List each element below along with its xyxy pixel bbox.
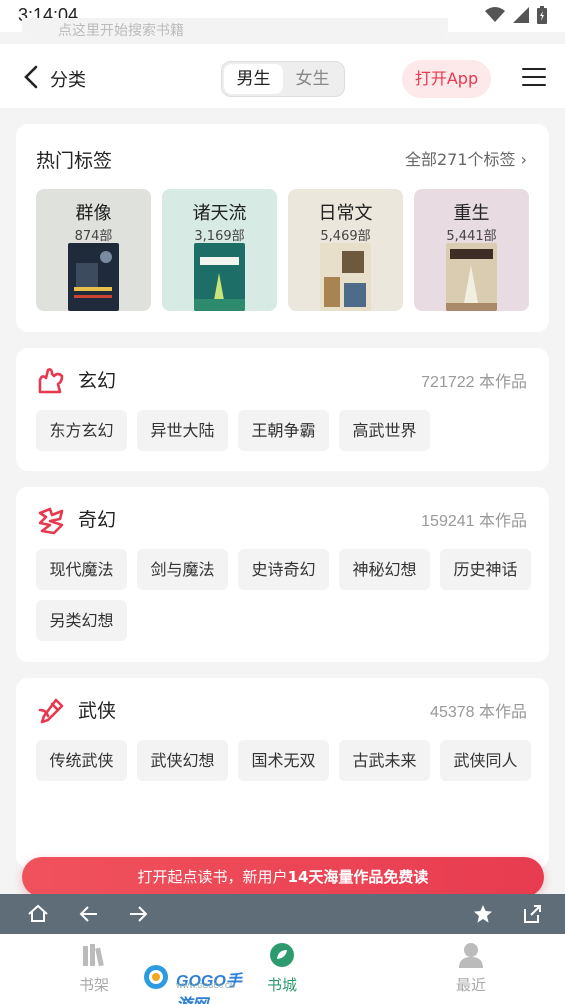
hot-tags-title: 热门标签 — [36, 150, 113, 172]
subcategory-chip[interactable]: 另类幻想 — [36, 600, 127, 641]
all-tags-label: 全部271个标签 — [404, 150, 516, 169]
subcategory-chip[interactable]: 史诗奇幻 — [238, 549, 329, 590]
star-icon[interactable] — [472, 903, 494, 925]
hot-tag-name: 诸天流 — [192, 203, 247, 224]
tab-bookstore[interactable]: 书城 — [252, 942, 312, 995]
wuxia-icon — [38, 698, 64, 724]
bookshelf-icon — [83, 944, 104, 967]
back-icon[interactable] — [20, 64, 44, 90]
subcategory-chip[interactable]: 武侠同人 — [440, 740, 531, 781]
book-cover-image — [194, 243, 245, 311]
page-title: 分类 — [50, 70, 86, 91]
share-icon[interactable] — [521, 903, 543, 925]
hot-tag-chongsheng[interactable]: 重生 5,441部 — [414, 189, 529, 311]
arrow-left-icon[interactable] — [78, 903, 100, 925]
banner-highlight: 14天海量作品免费读 — [287, 868, 429, 886]
tab-bookshelf[interactable]: 书架 — [64, 942, 124, 995]
wifi-icon — [485, 7, 505, 22]
subcategory-list: 传统武侠 武侠幻想 国术无双 古武未来 武侠同人 — [36, 740, 536, 781]
subcategory-chip[interactable]: 传统武侠 — [36, 740, 127, 781]
book-cover-image — [68, 243, 119, 311]
open-app-button[interactable]: 打开App — [402, 60, 491, 98]
subcategory-chip[interactable]: 剑与魔法 — [137, 549, 228, 590]
menu-icon[interactable] — [522, 68, 546, 88]
hot-tag-richangwen[interactable]: 日常文 5,469部 — [288, 189, 403, 311]
hot-tag-count: 5,469部 — [320, 229, 371, 244]
subcategory-list: 现代魔法 剑与魔法 史诗奇幻 神秘幻想 历史神话 另类幻想 — [36, 549, 536, 641]
category-title[interactable]: 奇幻 — [78, 505, 116, 532]
subcategory-chip[interactable]: 高武世界 — [339, 410, 430, 451]
category-count: 159241 本作品 — [421, 513, 527, 530]
hot-tag-name: 重生 — [453, 203, 490, 224]
gender-option-male[interactable]: 男生 — [224, 64, 283, 94]
book-cover-image — [446, 243, 497, 311]
hot-tag-name: 日常文 — [318, 203, 373, 224]
arrow-right-icon[interactable] — [127, 903, 149, 925]
hot-tag-count: 874部 — [74, 229, 113, 244]
hot-tag-count: 3,169部 — [194, 229, 245, 244]
subcategory-chip[interactable]: 国术无双 — [238, 740, 329, 781]
tab-label: 书城 — [266, 976, 297, 994]
search-input[interactable]: 点这里开始搜索书籍 — [22, 18, 448, 44]
gogo-logo-icon — [144, 965, 168, 989]
tab-recent[interactable]: 最近 — [441, 942, 501, 995]
browser-toolbar — [0, 894, 565, 934]
subcategory-chip[interactable]: 异世大陆 — [137, 410, 228, 451]
subcategory-chip[interactable]: 武侠幻想 — [137, 740, 228, 781]
search-placeholder: 点这里开始搜索书籍 — [58, 23, 184, 39]
subcategory-list: 东方玄幻 异世大陆 王朝争霸 高武世界 — [36, 410, 536, 451]
battery-icon — [537, 6, 547, 24]
xuanhuan-icon — [38, 368, 64, 394]
home-icon[interactable] — [27, 903, 49, 925]
hot-tags-list: 群像 874部 诸天流 3,169部 日常文 5,469部 重生 5,441部 — [36, 189, 529, 311]
tab-label: 最近 — [455, 976, 486, 994]
open-app-banner[interactable]: 打开起点读书，新用户14天海量作品免费读 — [22, 857, 544, 897]
subcategory-chip[interactable]: 王朝争霸 — [238, 410, 329, 451]
gender-option-female[interactable]: 女生 — [283, 64, 342, 94]
subcategory-chip[interactable]: 古武未来 — [339, 740, 430, 781]
hot-tag-count: 5,441部 — [446, 229, 497, 244]
hot-tags-card: 热门标签 全部271个标签 › 群像 874部 诸天流 3,169部 日常文 5… — [16, 124, 549, 332]
watermark-logo: GOGO手游网 WWW.GOGO8.CN — [142, 964, 254, 1004]
category-count: 721722 本作品 — [421, 374, 527, 391]
category-title[interactable]: 武侠 — [78, 696, 116, 723]
subcategory-chip[interactable]: 历史神话 — [440, 549, 531, 590]
gender-toggle[interactable]: 男生 女生 — [221, 61, 345, 97]
all-tags-link[interactable]: 全部271个标签 › — [405, 146, 527, 170]
category-title[interactable]: 玄幻 — [78, 366, 116, 393]
bookstore-icon — [270, 943, 294, 967]
nav-bar: 分类 男生 女生 打开App — [0, 44, 565, 108]
category-card-xuanhuan: 玄幻 721722 本作品 东方玄幻 异世大陆 王朝争霸 高武世界 — [16, 348, 549, 471]
chevron-right-icon: › — [520, 150, 527, 169]
hot-tag-name: 群像 — [75, 203, 112, 224]
subcategory-chip[interactable]: 现代魔法 — [36, 549, 127, 590]
category-card-qihuan: 奇幻 159241 本作品 现代魔法 剑与魔法 史诗奇幻 神秘幻想 历史神话 另… — [16, 487, 549, 662]
profile-icon — [459, 943, 483, 968]
subcategory-chip[interactable]: 东方玄幻 — [36, 410, 127, 451]
category-count: 45378 本作品 — [430, 704, 527, 721]
subcategory-chip[interactable]: 神秘幻想 — [339, 549, 430, 590]
qihuan-icon — [38, 507, 64, 535]
status-icons — [485, 6, 547, 24]
bottom-tab-bar: 书架 书城 最近 GOGO手游网 WWW.GOGO8.CN — [0, 934, 565, 1004]
hot-tag-zhutianliu[interactable]: 诸天流 3,169部 — [162, 189, 277, 311]
hot-tag-qunxiang[interactable]: 群像 874部 — [36, 189, 151, 311]
book-cover-image — [320, 243, 371, 311]
watermark-url: WWW.GOGO8.CN — [176, 983, 236, 990]
category-card-wuxia: 武侠 45378 本作品 传统武侠 武侠幻想 国术无双 古武未来 武侠同人 — [16, 678, 549, 868]
signal-icon — [513, 7, 529, 23]
banner-text: 打开起点读书，新用户 — [137, 868, 288, 886]
tab-label: 书架 — [78, 976, 109, 994]
